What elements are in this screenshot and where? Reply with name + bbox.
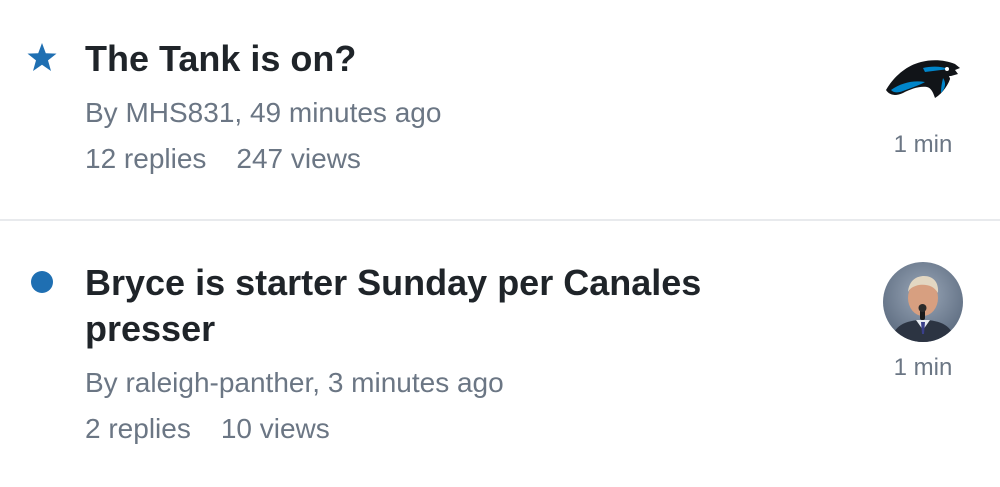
star-icon (27, 43, 57, 71)
replies-count: 2 replies (85, 413, 191, 444)
unread-dot-icon (31, 271, 53, 293)
user-photo-icon (883, 262, 963, 342)
avatar[interactable] (883, 38, 963, 118)
replies-count: 12 replies (85, 143, 207, 174)
topic-stats: 2 replies 10 views (85, 412, 330, 446)
avatar[interactable] (883, 262, 963, 342)
topic-list-item[interactable]: Bryce is starter Sunday per Canales pres… (0, 220, 1000, 487)
views-count: 10 views (220, 413, 330, 444)
topic-stats: 12 replies 247 views (85, 142, 361, 176)
last-activity-time: 1 min (893, 354, 953, 381)
last-activity-time: 1 min (893, 131, 953, 158)
topic-byline: By MHS831, 49 minutes ago (85, 97, 442, 128)
topic-title[interactable]: Bryce is starter Sunday per Canales pres… (85, 260, 805, 352)
topic-list-item[interactable]: The Tank is on? By MHS831, 49 minutes ag… (0, 0, 1000, 219)
views-count: 247 views (236, 143, 361, 174)
panthers-logo-icon (883, 38, 963, 118)
topic-title[interactable]: The Tank is on? (85, 36, 805, 82)
topic-byline: By raleigh-panther, 3 minutes ago (85, 367, 504, 398)
